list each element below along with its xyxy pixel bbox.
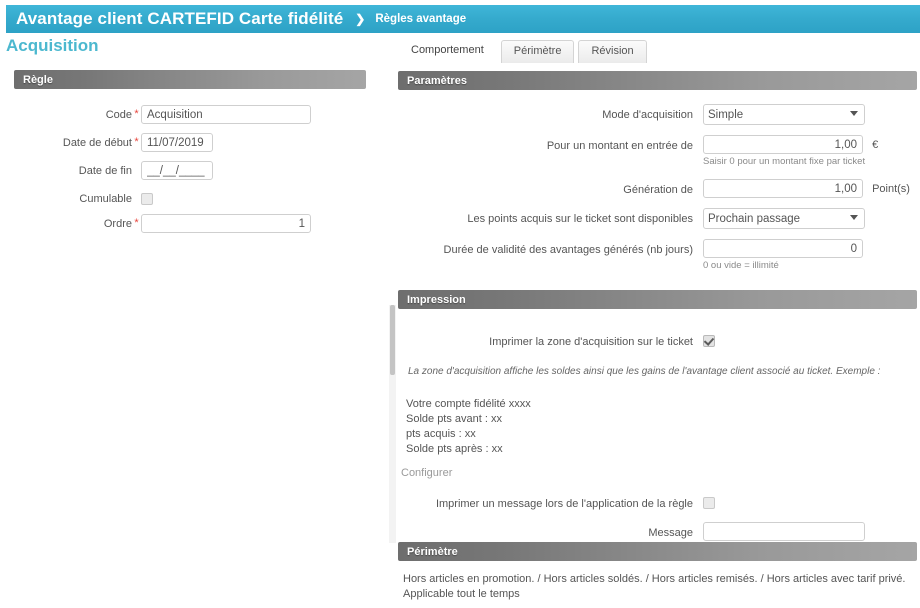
ticket-sample-block: Votre compte fidélité xxxx Solde pts ava… (406, 397, 917, 457)
panel-perimetre: Périmètre Hors articles en promotion. / … (398, 542, 917, 602)
tab-revision[interactable]: Révision (578, 40, 647, 63)
field-row-generation: Génération de Point(s) (398, 179, 917, 198)
field-row-imprimer-zone: Imprimer la zone d'acquisition sur le ti… (398, 331, 917, 350)
content-scrollbar-thumb[interactable] (390, 305, 395, 375)
label-imprimer-message: Imprimer un message lors de l'applicatio… (435, 498, 693, 510)
right-column: Comportement Périmètre Révision Paramètr… (380, 33, 920, 608)
ticket-sample-line: Solde pts après : xx (406, 443, 503, 455)
panel-header-regle: Règle (14, 70, 366, 89)
panel-impression: Impression Imprimer la zone d'acquisitio… (398, 290, 917, 551)
required-marker-date-fin-none: * (132, 161, 141, 176)
tab-bar: Comportement Périmètre Révision (398, 39, 647, 63)
tab-perimetre[interactable]: Périmètre (500, 40, 575, 63)
page-title: Acquisition (6, 36, 99, 55)
panel-parametres: Paramètres Mode d'acquisition Simple Pou… (398, 71, 917, 281)
generation-input[interactable] (703, 179, 863, 198)
cumulable-checkbox[interactable] (141, 193, 153, 205)
label-mode-acquisition: Mode d'acquisition (602, 109, 693, 121)
tab-perimetre-label: Périmètre (513, 45, 562, 57)
points-disponibles-select-wrap: Prochain passage (703, 208, 865, 229)
panel-header-parametres-label: Paramètres (407, 74, 467, 87)
label-message: Message (648, 527, 693, 539)
panel-header-parametres: Paramètres (398, 71, 917, 90)
montant-entree-input[interactable] (703, 135, 863, 154)
perimetre-description: Hors articles en promotion. / Hors artic… (403, 572, 917, 602)
tab-comportement[interactable]: Comportement (398, 39, 497, 63)
label-date-debut: Date de début (62, 137, 132, 149)
label-montant-entree: Pour un montant en entrée de (546, 140, 693, 152)
required-marker-ordre: * (134, 217, 139, 229)
field-row-date-fin: Date de fin * (14, 161, 366, 180)
montant-entree-unit: € (872, 138, 879, 151)
impression-form: Imprimer la zone d'acquisition sur le ti… (398, 331, 917, 541)
impression-note: La zone d'acquisition affiche les soldes… (408, 366, 881, 377)
message-input[interactable] (703, 522, 865, 541)
imprimer-message-checkbox[interactable] (703, 497, 715, 509)
ticket-sample-line: pts acquis : xx (406, 428, 476, 440)
field-row-points-disponibles: Les points acquis sur le ticket sont dis… (398, 208, 917, 229)
date-fin-input[interactable] (141, 161, 213, 180)
required-marker-cumulable-none: * (132, 189, 141, 204)
ordre-input[interactable] (141, 214, 311, 233)
field-row-code: Code * (14, 105, 366, 124)
date-debut-input[interactable] (141, 133, 213, 152)
required-marker-date-debut: * (134, 136, 139, 148)
field-row-imprimer-message: Imprimer un message lors de l'applicatio… (398, 493, 917, 512)
breadcrumb-separator-icon: ❯ (355, 12, 366, 26)
mode-acquisition-select-wrap: Simple (703, 104, 865, 125)
tab-comportement-label: Comportement (411, 44, 484, 56)
ticket-sample-line: Votre compte fidélité xxxx (406, 398, 531, 410)
parametres-form: Mode d'acquisition Simple Pour un montan… (398, 104, 917, 271)
app-title: Avantage client CARTEFID Carte fidélité (16, 9, 344, 28)
label-generation: Génération de (623, 184, 693, 196)
label-imprimer-zone: Imprimer la zone d'acquisition sur le ti… (489, 336, 693, 348)
panel-header-perimetre-label: Périmètre (407, 545, 458, 558)
label-date-fin: Date de fin (78, 165, 132, 177)
rule-form: Code * Date de début * Date de fin * Cum… (14, 105, 366, 233)
tab-revision-label: Révision (591, 45, 634, 57)
panel-header-perimetre: Périmètre (398, 542, 917, 561)
required-marker-code: * (134, 108, 139, 120)
code-input[interactable] (141, 105, 311, 124)
breadcrumb-item-regles-avantage[interactable]: Règles avantage (375, 13, 466, 25)
panel-header-regle-label: Règle (23, 73, 53, 86)
panel-header-impression: Impression (398, 290, 917, 309)
panel-header-impression-label: Impression (407, 293, 466, 306)
left-column: Règle Code * Date de début * Date de fin… (0, 64, 380, 608)
field-row-duree-validite: Durée de validité des avantages générés … (398, 239, 917, 271)
breadcrumb-bar: Avantage client CARTEFID Carte fidélité … (6, 5, 920, 33)
label-points-disponibles: Les points acquis sur le ticket sont dis… (467, 213, 693, 225)
field-row-montant-entree: Pour un montant en entrée de € Saisir 0 … (398, 135, 917, 167)
label-ordre: Ordre (103, 218, 132, 230)
ticket-sample-line: Solde pts avant : xx (406, 413, 502, 425)
generation-unit: Point(s) (872, 182, 910, 195)
duree-validite-input[interactable] (703, 239, 863, 258)
montant-entree-hint: Saisir 0 pour un montant fixe par ticket (703, 156, 866, 167)
field-row-message: Message (398, 522, 917, 541)
mode-acquisition-select[interactable]: Simple (703, 104, 865, 125)
field-row-ordre: Ordre * (14, 214, 366, 233)
field-row-mode-acquisition: Mode d'acquisition Simple (398, 104, 917, 125)
label-code: Code (105, 109, 132, 121)
perimetre-line-2: Applicable tout le temps (403, 588, 520, 600)
imprimer-zone-checkbox[interactable] (703, 335, 715, 347)
label-cumulable: Cumulable (79, 193, 132, 205)
label-duree-validite: Durée de validité des avantages générés … (443, 244, 693, 256)
duree-validite-hint: 0 ou vide = illimité (703, 260, 779, 271)
field-row-cumulable: Cumulable * (14, 189, 366, 205)
column-divider (380, 33, 381, 608)
points-disponibles-select[interactable]: Prochain passage (703, 208, 865, 229)
field-row-date-debut: Date de début * (14, 133, 366, 152)
perimetre-line-1: Hors articles en promotion. / Hors artic… (403, 573, 906, 585)
configurer-link[interactable]: Configurer (401, 467, 917, 479)
